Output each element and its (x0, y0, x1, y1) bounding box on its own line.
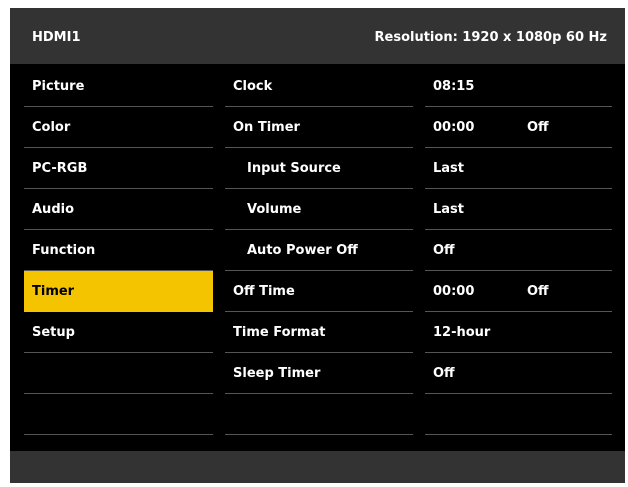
setting-value: 08:15 (433, 79, 475, 94)
category-item-setup[interactable]: Setup (24, 312, 213, 353)
category-item-function[interactable]: Function (24, 230, 213, 271)
value-clock[interactable]: 08:15 (425, 66, 612, 107)
setting-value: Off (433, 243, 455, 258)
category-label: Audio (32, 202, 75, 217)
setting-value: 00:00 (433, 284, 475, 299)
category-label: Function (32, 243, 96, 258)
values-menu: 08:15 00:00 Off Last Last Off 00:00 Off 12… (425, 66, 612, 435)
value-auto-power-off[interactable]: Off (425, 230, 612, 271)
value-empty (425, 394, 612, 435)
setting-label: Volume (247, 202, 302, 217)
value-sleep-timer[interactable]: Off (425, 353, 612, 394)
resolution-label: Resolution: 1920 x 1080p 60 Hz (374, 30, 607, 45)
setting-auto-power-off[interactable]: Auto Power Off (225, 230, 413, 271)
setting-volume[interactable]: Volume (225, 189, 413, 230)
setting-label: On Timer (233, 120, 300, 135)
value-on-timer[interactable]: 00:00 Off (425, 107, 612, 148)
category-item-picture[interactable]: Picture (24, 66, 213, 107)
category-label: Timer (32, 284, 75, 299)
value-off-time[interactable]: 00:00 Off (425, 271, 612, 312)
category-label: Color (32, 120, 71, 135)
setting-empty (225, 394, 413, 435)
setting-on-timer[interactable]: On Timer (225, 107, 413, 148)
setting-off-time[interactable]: Off Time (225, 271, 413, 312)
settings-menu: Clock On Timer Input Source Volume Auto … (225, 66, 413, 435)
setting-label: Sleep Timer (233, 366, 321, 381)
category-label: Setup (32, 325, 75, 340)
value-input-source[interactable]: Last (425, 148, 612, 189)
setting-input-source[interactable]: Input Source (225, 148, 413, 189)
category-item-audio[interactable]: Audio (24, 189, 213, 230)
footer-bar (10, 451, 625, 483)
setting-label: Input Source (247, 161, 341, 176)
setting-time-format[interactable]: Time Format (225, 312, 413, 353)
value-volume[interactable]: Last (425, 189, 612, 230)
category-item-timer[interactable]: Timer (24, 271, 213, 312)
category-item-color[interactable]: Color (24, 107, 213, 148)
setting-value: Last (433, 202, 465, 217)
input-source-label: HDMI1 (32, 30, 81, 45)
setting-clock[interactable]: Clock (225, 66, 413, 107)
osd-menu: HDMI1 Resolution: 1920 x 1080p 60 Hz Pic… (10, 8, 625, 483)
setting-value: Off (433, 366, 455, 381)
category-label: Picture (32, 79, 85, 94)
category-label: PC-RGB (32, 161, 88, 176)
setting-extra: Off (527, 120, 549, 135)
setting-value: 00:00 (433, 120, 475, 135)
setting-label: Off Time (233, 284, 295, 299)
setting-value: 12-hour (433, 325, 491, 340)
category-menu: Picture Color PC-RGB Audio Function Time… (24, 66, 213, 435)
setting-label: Time Format (233, 325, 326, 340)
category-item-empty (24, 394, 213, 435)
setting-label: Clock (233, 79, 273, 94)
category-item-pc-rgb[interactable]: PC-RGB (24, 148, 213, 189)
setting-sleep-timer[interactable]: Sleep Timer (225, 353, 413, 394)
header-bar: HDMI1 Resolution: 1920 x 1080p 60 Hz (10, 8, 625, 64)
setting-label: Auto Power Off (247, 243, 358, 258)
setting-extra: Off (527, 284, 549, 299)
category-item-empty (24, 353, 213, 394)
value-time-format[interactable]: 12-hour (425, 312, 612, 353)
setting-value: Last (433, 161, 465, 176)
